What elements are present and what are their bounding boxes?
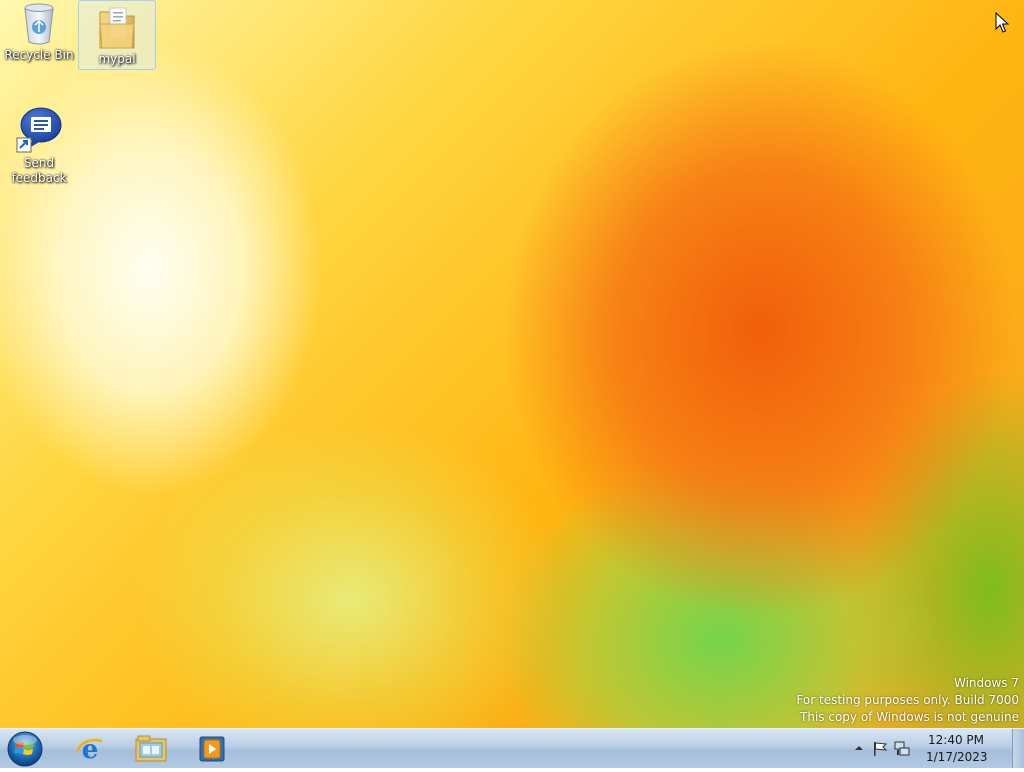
send-feedback-shortcut[interactable]: Send feedback (1, 106, 77, 188)
recycle-bin-icon (24, 3, 54, 45)
show-desktop-button[interactable] (1012, 729, 1024, 768)
clock-time: 12:40 PM (928, 733, 984, 747)
windows-watermark: Windows 7 For testing purposes only. Bui… (796, 675, 1019, 726)
windows-explorer-icon (135, 735, 167, 762)
action-center-flag-icon[interactable] (872, 741, 888, 757)
clock[interactable]: 12:40 PM 1/17/2023 (926, 732, 988, 766)
clock-date: 1/17/2023 (926, 750, 988, 764)
mouse-pointer-icon (995, 12, 1009, 33)
taskbar-internet-explorer-button[interactable]: e (62, 731, 118, 767)
internet-explorer-icon: e (75, 735, 103, 765)
watermark-os-name: Windows 7 (953, 676, 1019, 690)
send-feedback-label: Send feedback (11, 156, 67, 185)
watermark-genuine-notice: This copy of Windows is not genuine (800, 710, 1019, 724)
send-feedback-icon (16, 107, 62, 153)
media-player-icon (199, 736, 225, 762)
network-icon[interactable] (894, 741, 910, 757)
show-hidden-icons-icon[interactable] (854, 743, 864, 753)
taskbar-windows-explorer-button[interactable] (123, 731, 179, 767)
recycle-bin-shortcut[interactable]: Recycle Bin (1, 2, 77, 68)
watermark-build-info: For testing purposes only. Build 7000 (796, 693, 1019, 707)
taskbar-media-player-button[interactable] (184, 731, 240, 767)
start-button[interactable] (5, 730, 45, 768)
taskbar: e 12:40 PM 1/17/2023 (0, 728, 1024, 768)
recycle-bin-label: Recycle Bin (4, 48, 74, 62)
folder-icon (99, 7, 135, 49)
notification-area: 12:40 PM 1/17/2023 (850, 729, 1010, 769)
desktop-wallpaper: Recycle Bin mypal Send feedback Windows … (0, 0, 1024, 728)
mypal-folder-label: mypal (98, 52, 136, 66)
mypal-folder-shortcut[interactable]: mypal (78, 0, 156, 70)
windows-start-icon (7, 731, 43, 767)
